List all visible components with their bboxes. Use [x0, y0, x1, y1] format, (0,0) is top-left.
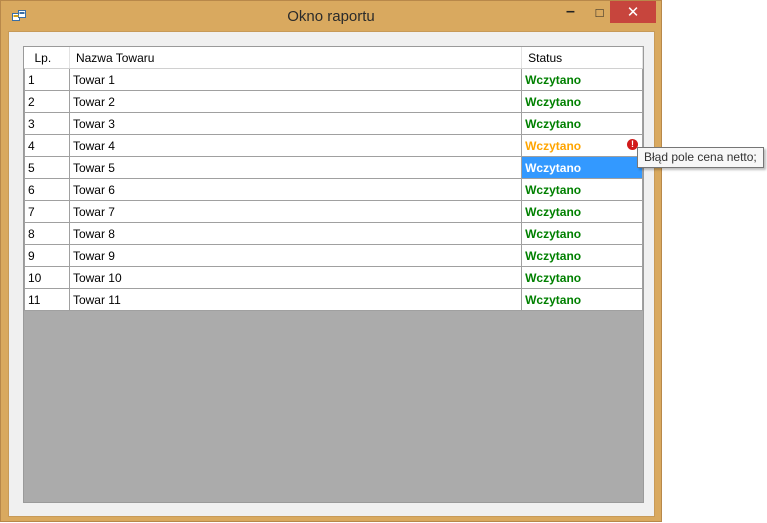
cell-lp[interactable]: 6	[24, 178, 70, 201]
status-text: Wczytano	[525, 160, 582, 175]
cell-name[interactable]: Towar 1	[68, 68, 523, 91]
maximize-icon: □	[595, 4, 604, 20]
cell-status[interactable]: Wczytano	[521, 288, 643, 311]
cell-status[interactable]: Wczytano	[521, 68, 643, 91]
cell-name[interactable]: Towar 2	[68, 90, 523, 113]
cell-lp[interactable]: 7	[24, 200, 70, 223]
cell-name[interactable]: Towar 3	[68, 112, 523, 135]
close-button[interactable]: ✕	[610, 1, 656, 23]
cell-name[interactable]: Towar 10	[68, 266, 523, 289]
table-row[interactable]: 5 Towar 5 Wczytano	[24, 156, 643, 179]
cell-lp[interactable]: 4	[24, 134, 70, 157]
cell-lp[interactable]: 9	[24, 244, 70, 267]
report-window: Okno raportu – □ ✕ Lp. Nazwa Towaru Stat…	[0, 0, 662, 522]
cell-name[interactable]: Towar 11	[68, 288, 523, 311]
title-bar[interactable]: Okno raportu – □ ✕	[1, 1, 661, 31]
status-text: Wczytano	[525, 116, 582, 131]
cell-lp[interactable]: 1	[24, 68, 70, 91]
status-text: Wczytano	[525, 270, 582, 285]
status-text: Wczytano	[525, 292, 582, 307]
column-header-name[interactable]: Nazwa Towaru	[69, 47, 523, 69]
status-text: Wczytano	[525, 248, 582, 263]
table-row[interactable]: 10 Towar 10 Wczytano	[24, 266, 643, 289]
cell-lp[interactable]: 11	[24, 288, 70, 311]
cell-lp[interactable]: 5	[24, 156, 70, 179]
cell-name[interactable]: Towar 9	[68, 244, 523, 267]
table-row[interactable]: 1 Towar 1 Wczytano	[24, 68, 643, 91]
cell-lp[interactable]: 2	[24, 90, 70, 113]
cell-lp[interactable]: 3	[24, 112, 70, 135]
cell-status[interactable]: Wczytano	[521, 112, 643, 135]
cell-status[interactable]: Wczytano!	[521, 134, 643, 157]
cell-name[interactable]: Towar 7	[68, 200, 523, 223]
cell-status[interactable]: Wczytano	[521, 200, 643, 223]
cell-lp[interactable]: 10	[24, 266, 70, 289]
cell-status[interactable]: Wczytano	[521, 178, 643, 201]
close-icon: ✕	[626, 4, 640, 21]
status-text: Wczytano	[525, 204, 582, 219]
cell-status[interactable]: Wczytano	[521, 156, 643, 179]
table-row[interactable]: 9 Towar 9 Wczytano	[24, 244, 643, 267]
report-table: Lp. Nazwa Towaru Status 1 Towar 1 Wczytano…	[24, 47, 643, 311]
client-area: Lp. Nazwa Towaru Status 1 Towar 1 Wczytano…	[8, 31, 655, 517]
header-row: Lp. Nazwa Towaru Status	[24, 47, 643, 69]
table-row[interactable]: 2 Towar 2 Wczytano	[24, 90, 643, 113]
cell-name[interactable]: Towar 4	[68, 134, 523, 157]
cell-status[interactable]: Wczytano	[521, 266, 643, 289]
table-row[interactable]: 11 Towar 11 Wczytano	[24, 288, 643, 311]
status-text: Wczytano	[525, 72, 582, 87]
table-row[interactable]: 6 Towar 6 Wczytano	[24, 178, 643, 201]
cell-status[interactable]: Wczytano	[521, 90, 643, 113]
column-header-status[interactable]: Status	[521, 47, 643, 69]
table-row[interactable]: 7 Towar 7 Wczytano	[24, 200, 643, 223]
status-text: Wczytano	[525, 94, 582, 109]
cell-lp[interactable]: 8	[24, 222, 70, 245]
table-row[interactable]: 3 Towar 3 Wczytano	[24, 112, 643, 135]
error-tooltip: Błąd pole cena netto;	[637, 147, 764, 168]
minimize-button[interactable]: –	[556, 1, 585, 23]
status-text: Wczytano	[525, 182, 582, 197]
report-grid[interactable]: Lp. Nazwa Towaru Status 1 Towar 1 Wczytano…	[23, 46, 644, 503]
cell-name[interactable]: Towar 8	[68, 222, 523, 245]
cell-status[interactable]: Wczytano	[521, 244, 643, 267]
cell-status[interactable]: Wczytano	[521, 222, 643, 245]
status-text: Wczytano	[525, 226, 582, 241]
column-header-lp[interactable]: Lp.	[24, 47, 70, 69]
table-row[interactable]: 8 Towar 8 Wczytano	[24, 222, 643, 245]
status-text: Wczytano	[525, 138, 582, 153]
table-row[interactable]: 4 Towar 4 Wczytano!	[24, 134, 643, 157]
cell-name[interactable]: Towar 5	[68, 156, 523, 179]
cell-name[interactable]: Towar 6	[68, 178, 523, 201]
minimize-icon: –	[566, 3, 575, 20]
